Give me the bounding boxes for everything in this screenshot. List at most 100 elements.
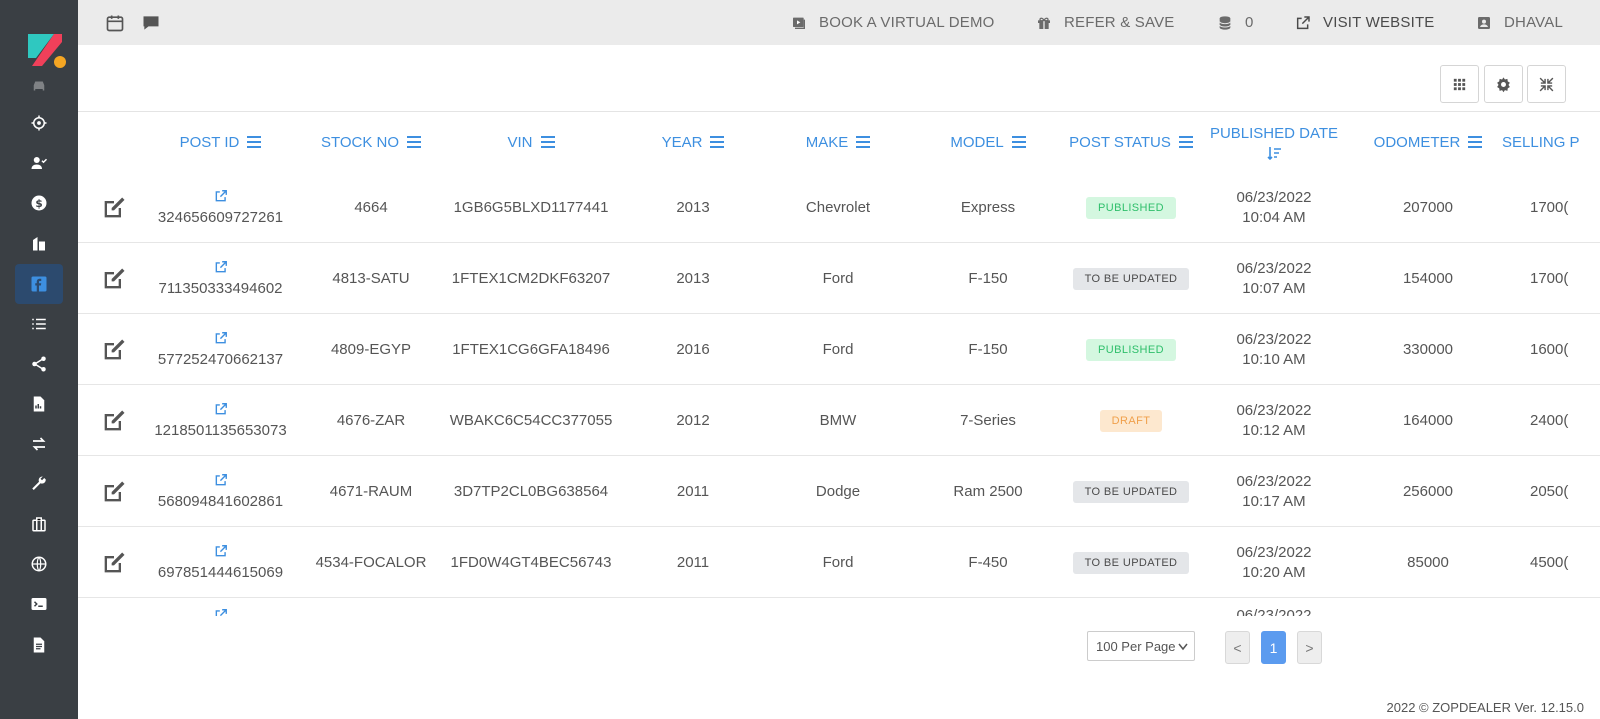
per-page-select[interactable]: 100 Per Page [1087,631,1195,661]
sidebar-item-tools[interactable] [15,464,63,504]
col-make-label: MAKE [805,133,849,151]
year-cell: 2012 [676,412,710,429]
col-year[interactable]: YEAR [628,112,758,172]
refer-save-link[interactable]: REFER & SAVE [1036,0,1174,45]
year-cell: 2013 [676,199,710,216]
column-menu-icon[interactable] [1011,136,1026,148]
collapse-button[interactable] [1527,65,1566,103]
column-menu-icon[interactable] [1178,136,1193,148]
terminal-icon [31,598,47,610]
col-stock-no[interactable]: STOCK NO [296,112,446,172]
chevron-down-icon [1178,643,1188,651]
make-cell: Ford [822,270,854,287]
edit-icon[interactable] [100,194,128,222]
column-menu-icon[interactable] [1468,136,1483,148]
prev-page-button[interactable]: < [1225,631,1250,664]
status-cell: PUBLISHED [1058,314,1204,385]
sidebar-item-dealership[interactable] [15,223,63,263]
sidebar-item-target[interactable] [15,103,63,143]
column-menu-icon[interactable] [540,136,555,148]
column-menu-icon[interactable] [407,136,422,148]
sidebar-item-terminal[interactable] [15,584,63,624]
status-cell: TO BE UPDATED [1058,243,1204,314]
sidebar-item-facebook[interactable] [15,264,63,304]
settings-button[interactable] [1484,65,1523,103]
date-cell: 06/23/2022 10:04 AM [1204,172,1344,243]
credits-link[interactable]: 0 [1217,0,1254,45]
document-icon [33,637,45,653]
user-name: DHAVAL [1504,14,1563,31]
external-link-icon[interactable] [214,473,228,487]
external-link-icon[interactable] [214,331,228,345]
col-make[interactable]: MAKE [773,112,903,172]
date-value: 06/23/2022 [1236,188,1312,206]
post-id-value: 577252470662137 [157,351,284,368]
col-post-status[interactable]: POST STATUS [1058,112,1204,172]
grid-view-button[interactable] [1440,65,1479,103]
col-stock-no-label: STOCK NO [320,133,400,151]
vin-cell: 1FTEX1CG6GFA18496 [452,341,610,358]
external-link-icon[interactable] [214,402,228,416]
col-vin[interactable]: VIN [448,112,614,172]
price-cell: 2400( [1530,412,1569,429]
zopdealer-logo[interactable] [24,30,66,70]
sidebar-item-website[interactable] [15,544,63,584]
col-selling-price[interactable]: SELLING P [1502,112,1600,172]
stock-no-cell: 4676-ZAR [336,412,406,429]
list-icon [32,318,46,330]
edit-icon[interactable] [100,478,128,506]
col-odometer[interactable]: ODOMETER [1358,112,1498,172]
book-demo-link[interactable]: BOOK A VIRTUAL DEMO [791,0,995,45]
user-menu[interactable]: DHAVAL [1476,0,1563,45]
column-menu-icon[interactable] [247,136,262,148]
column-menu-icon[interactable] [856,136,871,148]
col-model-label: MODEL [950,133,1004,151]
edit-icon[interactable] [100,336,128,364]
user-badge-icon [1478,16,1490,29]
sidebar-item-users[interactable] [15,143,63,183]
date-cell: 06/23/2022 10:07 AM [1204,243,1344,314]
model-cell: Express [960,199,1016,216]
facebook-icon [31,276,47,292]
database-icon [1219,15,1231,30]
column-menu-icon[interactable] [710,136,725,148]
edit-icon[interactable] [100,265,128,293]
external-link-icon[interactable] [214,260,228,274]
swap-icon [32,437,46,451]
sidebar-item-reports[interactable] [15,384,63,424]
status-badge: DRAFT [1099,409,1163,432]
external-link-icon[interactable] [214,544,228,558]
page-1-button[interactable]: 1 [1261,631,1286,664]
col-published-date[interactable]: PUBLISHED DATE [1204,112,1344,172]
sort-descending-icon[interactable] [1267,146,1281,160]
post-id-cell [148,598,293,616]
post-id-cell: 1218501135653073 [148,385,293,456]
sidebar-item-list[interactable] [15,304,63,344]
chat-icon[interactable] [141,13,161,33]
next-page-button[interactable]: > [1297,631,1322,664]
calendar-icon[interactable] [105,13,125,33]
svg-text:$: $ [35,198,42,210]
vin-cell: 1FTEX1CM2DKF63207 [451,270,611,287]
time-value: 10:17 AM [1242,492,1306,510]
sidebar-item-finance[interactable]: $ [15,183,63,223]
visit-website-link[interactable]: VISIT WEBSITE [1295,0,1435,45]
sidebar-item-docs[interactable] [15,504,63,544]
post-id-value: 568094841602861 [157,493,284,510]
external-link-icon[interactable] [214,608,228,616]
model-cell: F-450 [968,554,1008,571]
col-post-id[interactable]: POST ID [148,112,293,172]
sidebar-item-documents[interactable] [15,625,63,665]
col-model[interactable]: MODEL [923,112,1053,172]
grid-icon [1453,78,1466,90]
odometer-cell: 164000 [1402,412,1454,429]
col-published-date-label: PUBLISHED DATE [1209,124,1339,142]
sidebar-item-transfer[interactable] [15,424,63,464]
external-link-icon[interactable] [214,189,228,203]
date-cell: 06/23/2022 10:20 AM [1204,527,1344,598]
price-cell: 1600( [1530,341,1569,358]
sidebar-item-share[interactable] [15,344,63,384]
edit-icon[interactable] [100,549,128,577]
edit-icon[interactable] [100,407,128,435]
sidebar-item-inventory[interactable] [15,66,63,106]
